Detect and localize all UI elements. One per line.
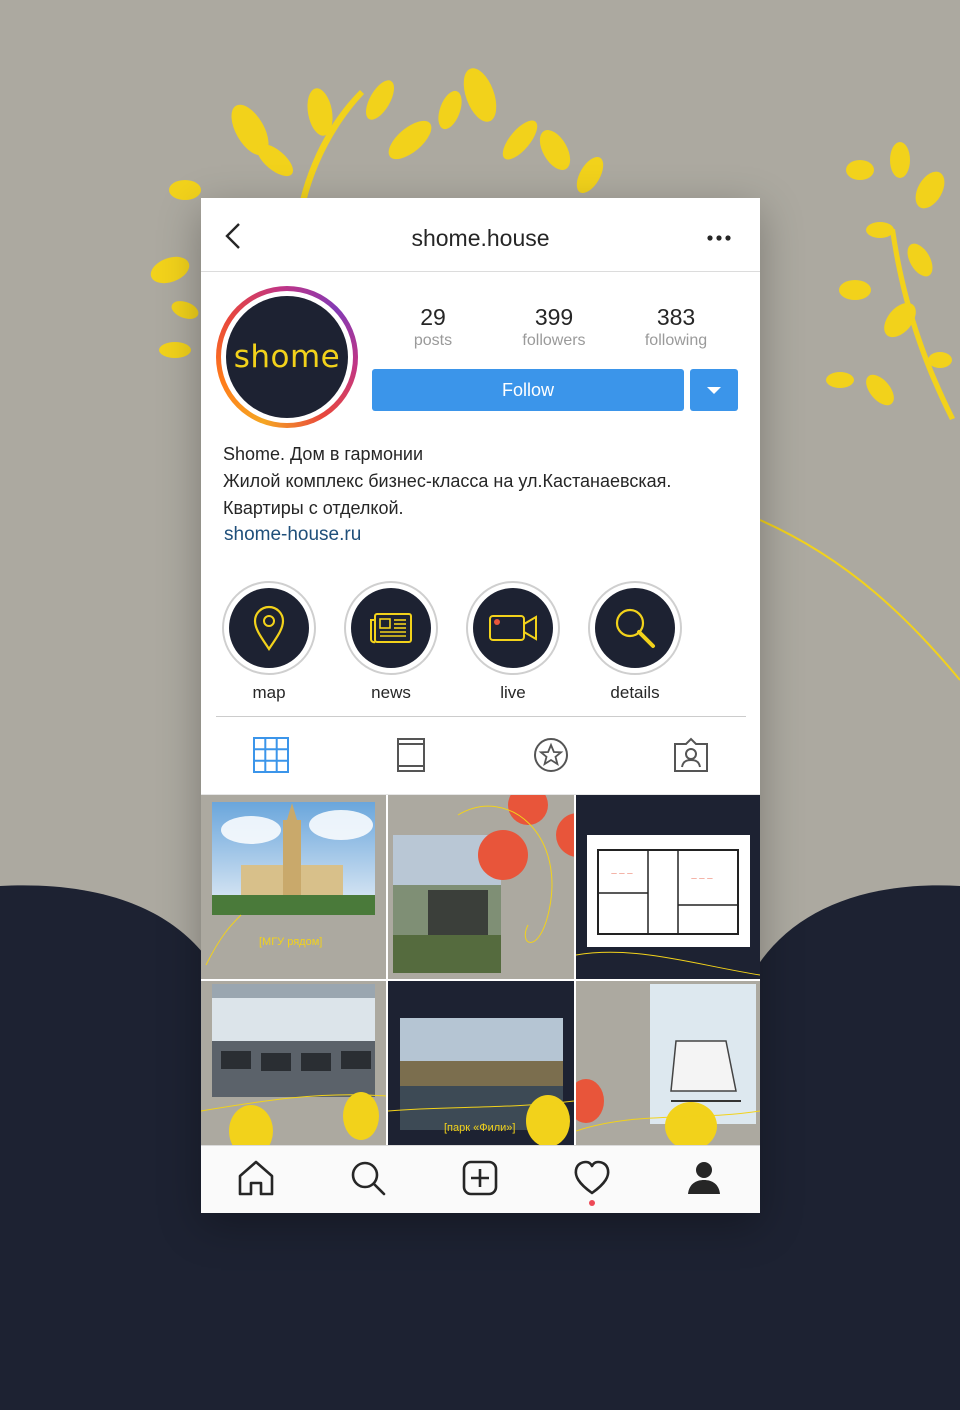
divider: [216, 716, 746, 717]
posts-grid: [МГУ рядом] — — — — — — [парк «Фили»]: [201, 795, 760, 1145]
video-camera-icon: [489, 615, 537, 641]
svg-text:— — —: — — —: [691, 875, 713, 882]
profile-username: shome.house: [411, 225, 550, 251]
post-caption: [парк «Фили»]: [444, 1122, 516, 1134]
profile-icon[interactable]: [684, 1158, 724, 1198]
post-image: [205, 802, 375, 966]
star-icon[interactable]: [531, 735, 571, 775]
post-image: [201, 984, 386, 1145]
heart-icon[interactable]: [572, 1158, 612, 1198]
post-image: — — — — — —: [576, 835, 760, 976]
highlight-live[interactable]: live: [465, 581, 561, 703]
suggestions-dropdown-button[interactable]: [690, 369, 738, 411]
post-thumbnail[interactable]: [201, 981, 386, 1145]
post-thumbnail[interactable]: — — — — — —: [576, 795, 760, 979]
posts-count: 29: [420, 304, 446, 330]
profile-bio: Shome. Дом в гармонии Жилой комплекс биз…: [223, 441, 671, 522]
post-image: [393, 795, 574, 973]
website-link[interactable]: shome-house.ru: [224, 524, 361, 546]
followers-stat[interactable]: 399 followers: [499, 304, 609, 350]
following-label: following: [644, 332, 708, 349]
phone-screen: shome.house shome 29 posts 399 followers…: [201, 198, 760, 1213]
svg-text:— — —: — — —: [611, 870, 633, 877]
highlight-map[interactable]: map: [221, 581, 317, 703]
post-thumbnail[interactable]: [МГУ рядом]: [201, 795, 386, 979]
followers-count: 399: [534, 304, 574, 330]
posts-label: posts: [413, 332, 453, 349]
highlight-news[interactable]: news: [343, 581, 439, 703]
highlight-label: news: [371, 683, 411, 702]
bio-line: Квартиры с отделкой.: [223, 498, 404, 518]
post-thumbnail[interactable]: [388, 795, 574, 979]
post-thumbnail[interactable]: [парк «Фили»]: [388, 981, 574, 1145]
following-count: 383: [656, 304, 696, 330]
tagged-icon[interactable]: [671, 735, 711, 775]
highlight-details[interactable]: details: [587, 581, 683, 703]
post-image: [576, 984, 760, 1145]
grid-icon[interactable]: [251, 735, 291, 775]
post-caption: [МГУ рядом]: [259, 936, 323, 948]
avatar-logo-text: shome: [233, 339, 341, 375]
bio-line: Shome. Дом в гармонии: [223, 444, 424, 464]
highlight-label: live: [500, 683, 526, 702]
add-post-icon[interactable]: [460, 1158, 500, 1198]
feed-icon[interactable]: [391, 735, 431, 775]
home-icon[interactable]: [236, 1158, 276, 1198]
follow-button[interactable]: Follow: [372, 369, 684, 411]
notification-dot: [589, 1200, 595, 1206]
following-stat[interactable]: 383 following: [621, 304, 731, 350]
caret-down-icon: [707, 387, 721, 394]
post-image: [388, 1018, 574, 1145]
search-icon[interactable]: [348, 1158, 388, 1198]
highlight-label: details: [610, 683, 660, 702]
map-pin-icon: [253, 605, 285, 651]
more-horizontal-icon[interactable]: [701, 224, 737, 252]
highlight-label: map: [252, 683, 286, 702]
top-bar: shome.house: [201, 198, 760, 272]
posts-stat[interactable]: 29 posts: [378, 304, 488, 350]
post-thumbnail[interactable]: [576, 981, 760, 1145]
bio-line: Жилой комплекс бизнес-класса на ул.Каста…: [223, 471, 672, 491]
followers-label: followers: [522, 332, 586, 349]
avatar[interactable]: shome: [216, 286, 358, 428]
newspaper-icon: [370, 613, 412, 644]
magnifier-icon: [615, 608, 655, 648]
bottom-navigation: [201, 1145, 760, 1213]
